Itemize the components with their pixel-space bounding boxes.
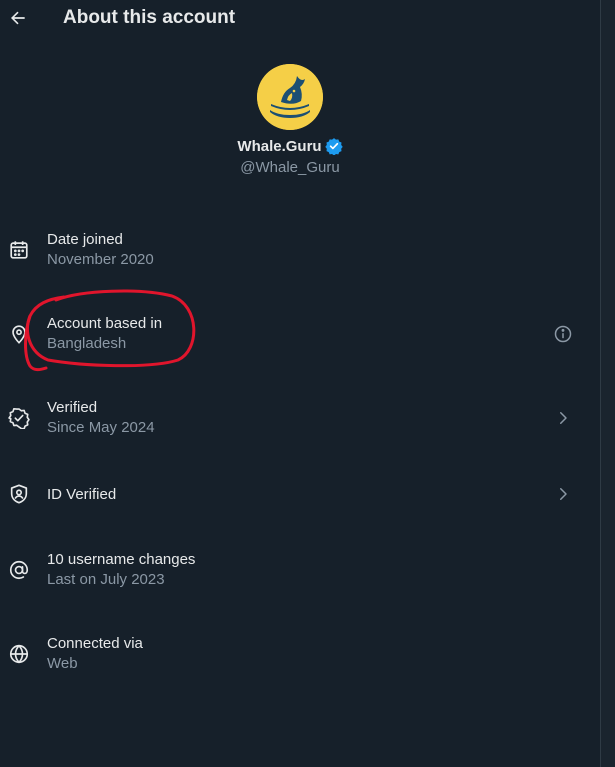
- verified-check-icon: [7, 406, 31, 430]
- detail-row-username-changes: 10 username changes Last on July 2023: [0, 540, 600, 600]
- back-button[interactable]: [4, 4, 32, 32]
- at-sign-icon: [7, 558, 31, 582]
- chevron-right-icon[interactable]: [551, 482, 575, 506]
- verified-badge-icon: [324, 138, 343, 155]
- detail-row-account-based-in: Account based in Bangladesh: [0, 304, 600, 364]
- info-icon[interactable]: [551, 322, 575, 346]
- avatar[interactable]: [257, 64, 323, 130]
- detail-value: Since May 2024: [47, 419, 155, 436]
- detail-label: Account based in: [47, 315, 163, 332]
- whale-logo: [257, 64, 323, 130]
- display-name: Whale.Guru: [237, 137, 322, 155]
- page-header: About this account: [0, 0, 600, 40]
- detail-label: 10 username changes: [47, 551, 196, 568]
- detail-value: Last on July 2023: [47, 571, 165, 588]
- globe-icon: [7, 642, 31, 666]
- about-account-page: About this account Whale.Guru @Whale_Gur…: [0, 0, 600, 767]
- detail-label: Verified: [47, 399, 98, 416]
- detail-value: Web: [47, 655, 78, 672]
- display-name-row: Whale.Guru: [0, 137, 580, 155]
- detail-row-connected-via: Connected via Web: [0, 624, 600, 684]
- detail-label: ID Verified: [47, 486, 117, 503]
- detail-value: November 2020: [47, 251, 154, 268]
- location-pin-icon: [7, 322, 31, 346]
- detail-row-verified[interactable]: Verified Since May 2024: [0, 388, 600, 448]
- calendar-icon: [7, 238, 31, 262]
- detail-label: Connected via: [47, 635, 143, 652]
- arrow-left-icon[interactable]: [8, 8, 28, 28]
- chevron-right-icon[interactable]: [551, 406, 575, 430]
- detail-row-date-joined: Date joined November 2020: [0, 220, 600, 280]
- user-handle: @Whale_Guru: [240, 159, 340, 176]
- detail-row-id-verified[interactable]: ID Verified: [0, 472, 600, 532]
- page-title: About this account: [63, 7, 236, 28]
- detail-value: Bangladesh: [47, 335, 127, 352]
- scrollbar-track[interactable]: [600, 0, 615, 767]
- shield-user-icon: [7, 482, 31, 506]
- detail-label: Date joined: [47, 231, 123, 248]
